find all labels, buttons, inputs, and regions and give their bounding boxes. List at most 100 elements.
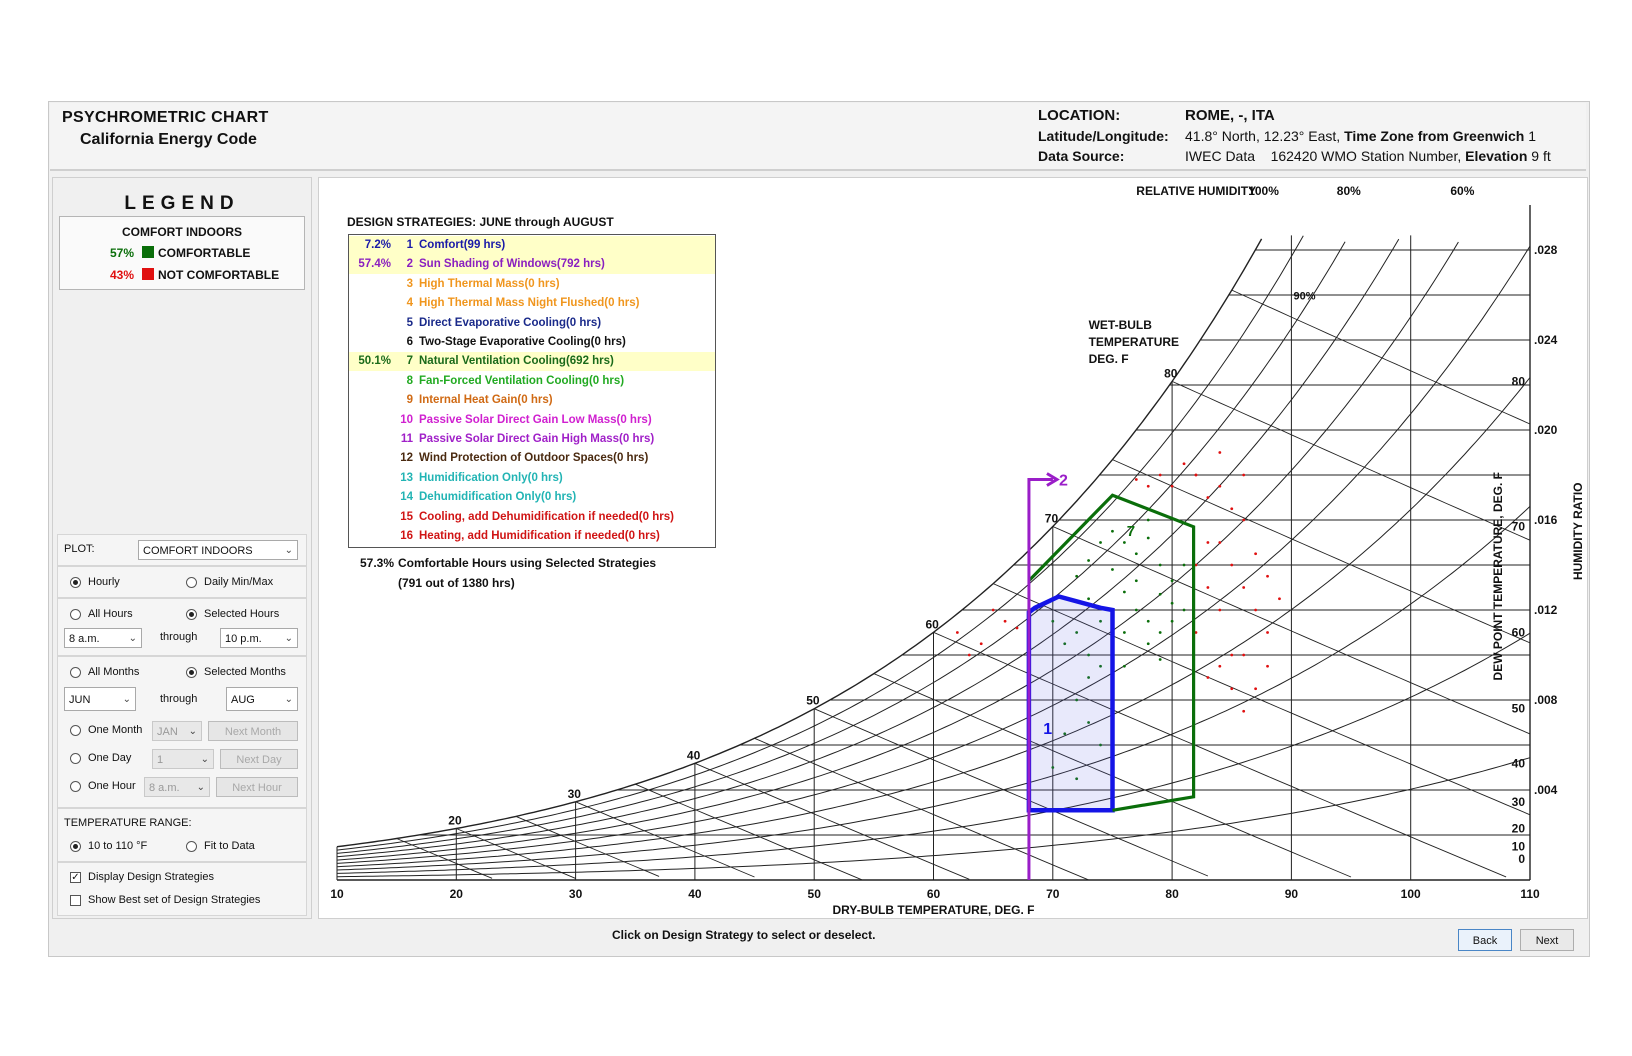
wet-bulb-tick-label: 50 <box>806 694 820 708</box>
comfortable-point <box>1182 608 1186 612</box>
strategy-item-3[interactable]: 3 High Thermal Mass(0 hrs) <box>349 275 715 294</box>
wet-bulb-line <box>575 801 755 878</box>
comfortable-point <box>1158 592 1162 596</box>
relative-humidity-top-label: 80% <box>1337 184 1361 198</box>
x-tick-label: 100 <box>1401 887 1421 901</box>
uncomfortable-point <box>1194 473 1198 477</box>
wet-bulb-tick-label: 80 <box>1164 366 1178 380</box>
comfortable-point <box>1111 529 1114 533</box>
dew-point-tick-label: 0 <box>1518 852 1525 866</box>
x-tick-label: 30 <box>569 887 583 901</box>
strategy-item-10[interactable]: 10 Passive Solar Direct Gain Low Mass(0 h… <box>349 411 715 430</box>
uncomfortable-point <box>1170 484 1174 488</box>
summary-detail: (791 out of 1380 hrs) <box>398 576 515 590</box>
next-button[interactable]: Next <box>1520 929 1574 951</box>
strategy-item-14[interactable]: 14 Dehumidification Only(0 hrs) <box>349 488 715 507</box>
uncomfortable-point <box>1158 473 1162 477</box>
comfortable-point <box>1134 552 1138 556</box>
uncomfortable-point <box>967 653 971 657</box>
uncomfortable-point <box>1182 462 1186 466</box>
uncomfortable-point <box>1242 473 1246 477</box>
strategies-title: DESIGN STRATEGIES: JUNE through AUGUST <box>347 215 614 229</box>
comfortable-point <box>1170 619 1174 623</box>
uncomfortable-point <box>991 608 995 612</box>
back-button[interactable]: Back <box>1458 929 1512 951</box>
strategy-item-4[interactable]: 4 High Thermal Mass Night Flushed(0 hrs) <box>349 294 715 313</box>
strategy-item-13[interactable]: 13 Humidification Only(0 hrs) <box>349 469 715 488</box>
humidity-ratio-tick-label: .020 <box>1534 423 1558 437</box>
uncomfortable-point <box>1206 586 1210 589</box>
wet-bulb-line <box>1171 380 1531 541</box>
strategy-item-8[interactable]: 8 Fan-Forced Ventilation Cooling(0 hrs) <box>349 372 715 391</box>
strategy-number: 3 <box>406 277 413 290</box>
uncomfortable-point <box>1266 664 1269 668</box>
comfortable-point <box>1134 608 1138 612</box>
uncomfortable-point <box>1242 709 1246 713</box>
strategy-number: 6 <box>406 336 413 348</box>
uncomfortable-point <box>1242 586 1246 589</box>
uncomfortable-point <box>955 631 959 634</box>
wet-bulb-tick-label: 40 <box>687 748 701 762</box>
strategy-item-9[interactable]: 9 Internal Heat Gain(0 hrs) <box>349 391 715 410</box>
relative-humidity-label: RELATIVE HUMIDITY <box>1136 184 1256 198</box>
comfortable-point <box>1087 597 1090 601</box>
strategy-item-12[interactable]: 12 Wind Protection of Outdoor Spaces(0 hr… <box>349 449 715 468</box>
x-tick-label: 90 <box>1285 887 1299 901</box>
x-tick-label: 70 <box>1046 887 1060 901</box>
x-tick-label: 80 <box>1165 887 1179 901</box>
uncomfortable-point <box>1218 664 1222 668</box>
wet-bulb-tick-label: 60 <box>926 617 940 631</box>
uncomfortable-point <box>1266 631 1269 634</box>
comfortable-point <box>1146 619 1150 623</box>
strategy-number: 15 <box>400 510 413 523</box>
uncomfortable-point <box>1206 541 1210 544</box>
strategy-item-11[interactable]: 11 Passive Solar Direct Gain High Mass(0 … <box>349 430 715 449</box>
strategy-label: Cooling, add Dehumidification if needed(… <box>419 510 674 523</box>
strategy-item-15[interactable]: 15 Cooling, add Dehumidification if neede… <box>349 508 715 527</box>
strategy-label: High Thermal Mass(0 hrs) <box>419 277 560 290</box>
strategy-number: 12 <box>400 452 413 465</box>
uncomfortable-point <box>1230 687 1234 691</box>
wet-bulb-line <box>1231 289 1531 425</box>
strategy-label: Passive Solar Direct Gain High Mass(0 hr… <box>419 433 655 445</box>
humidity-ratio-tick-label: .016 <box>1534 513 1558 527</box>
strategy-label: Two-Stage Evaporative Cooling(0 hrs) <box>419 336 626 348</box>
uncomfortable-point <box>1254 552 1258 556</box>
strategy-item-1[interactable]: 7.2% 1 Comfort(99 hrs) <box>349 236 715 255</box>
uncomfortable-point <box>1242 653 1246 657</box>
wet-bulb-axis-label: DEG. F <box>1089 352 1129 366</box>
dew-point-tick-label: 60 <box>1512 625 1526 639</box>
natural-ventilation-label: 7 <box>1127 523 1135 540</box>
dew-point-tick-label: 30 <box>1512 795 1526 809</box>
psychrometric-chart[interactable]: 10 20 30 40 50 60 70 80 90 100 110DRY-BULB TEMPERA… <box>0 0 1632 1056</box>
dew-point-tick-label: 20 <box>1512 821 1526 835</box>
strategy-label: Fan-Forced Ventilation Cooling(0 hrs) <box>419 374 625 387</box>
uncomfortable-point <box>1206 676 1210 679</box>
x-tick-label: 40 <box>688 887 702 901</box>
wet-bulb-tick-label: 70 <box>1045 511 1059 525</box>
strategy-number: 14 <box>400 491 413 504</box>
x-tick-label: 20 <box>450 887 464 901</box>
strategy-label: Dehumidification Only(0 hrs) <box>419 491 577 504</box>
strategy-item-6[interactable]: 6 Two-Stage Evaporative Cooling(0 hrs) <box>349 333 715 352</box>
comfortable-point <box>1099 541 1102 544</box>
strategy-number: 1 <box>406 239 413 251</box>
comfortable-point <box>1170 601 1174 605</box>
comfort-zone-outline <box>1026 594 1115 813</box>
strategy-number: 4 <box>406 297 413 310</box>
wet-bulb-axis-label: WET-BULB <box>1089 318 1153 332</box>
strategy-item-16[interactable]: 16 Heating, add Humidification if needed(… <box>349 527 715 546</box>
dew-point-tick-label: 40 <box>1512 756 1526 770</box>
comfortable-point <box>1122 541 1126 544</box>
uncomfortable-point <box>979 642 983 646</box>
wet-bulb-line <box>635 783 863 881</box>
strategy-number: 8 <box>406 374 413 387</box>
uncomfortable-point <box>1254 687 1258 691</box>
strategy-label: Internal Heat Gain(0 hrs) <box>419 394 553 407</box>
strategy-item-7[interactable]: 50.1% 7 Natural Ventilation Cooling(692 hr… <box>349 352 715 372</box>
strategy-item-2[interactable]: 57.4% 2 Sun Shading of Windows(792 hrs) <box>349 255 715 275</box>
relative-humidity-top-label: 100% <box>1248 184 1279 198</box>
wet-bulb-line <box>1112 459 1531 644</box>
strategy-item-5[interactable]: 5 Direct Evaporative Cooling(0 hrs) <box>349 314 715 333</box>
x-tick-label: 110 <box>1520 887 1540 901</box>
